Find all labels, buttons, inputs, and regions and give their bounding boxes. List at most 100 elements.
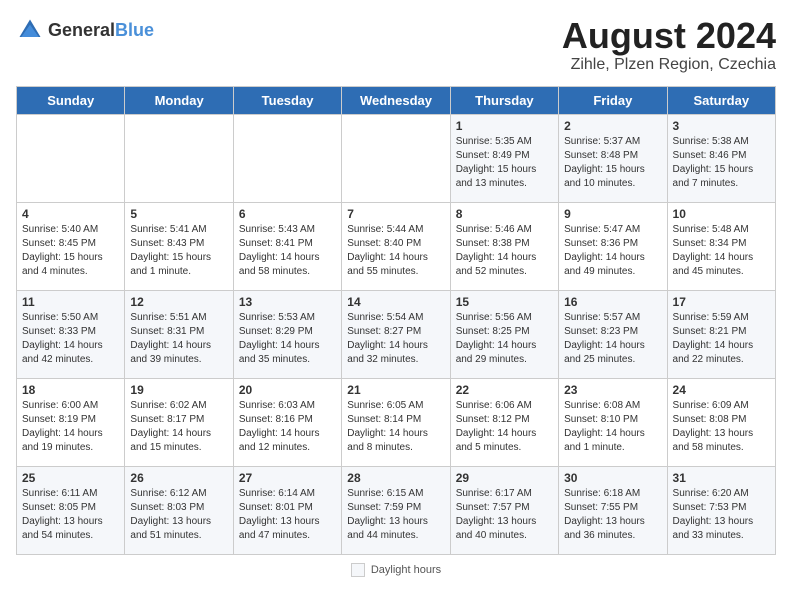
calendar-cell: 11 Sunrise: 5:50 AMSunset: 8:33 PMDayligh… xyxy=(17,290,125,378)
calendar-footer: Daylight hours xyxy=(16,563,776,577)
day-info: Sunrise: 5:47 AMSunset: 8:36 PMDaylight:… xyxy=(564,223,661,279)
day-number: 5 xyxy=(130,207,227,221)
day-info: Sunrise: 5:53 AMSunset: 8:29 PMDaylight:… xyxy=(239,311,336,367)
day-number: 4 xyxy=(22,207,119,221)
day-info: Sunrise: 6:12 AMSunset: 8:03 PMDaylight:… xyxy=(130,487,227,543)
day-number: 22 xyxy=(456,383,553,397)
day-number: 1 xyxy=(456,119,553,133)
day-number: 29 xyxy=(456,471,553,485)
day-number: 6 xyxy=(239,207,336,221)
day-number: 10 xyxy=(673,207,770,221)
calendar-day-header: Wednesday xyxy=(342,86,450,114)
calendar-cell: 1 Sunrise: 5:35 AMSunset: 8:49 PMDaylight… xyxy=(450,114,558,202)
day-number: 31 xyxy=(673,471,770,485)
calendar-cell: 22 Sunrise: 6:06 AMSunset: 8:12 PMDayligh… xyxy=(450,378,558,466)
calendar-cell: 24Sunrise: 6:09 AMSunset: 8:08 PMDayligh… xyxy=(667,378,775,466)
calendar-cell: 18 Sunrise: 6:00 AMSunset: 8:19 PMDayligh… xyxy=(17,378,125,466)
calendar-cell: 30Sunrise: 6:18 AMSunset: 7:55 PMDayligh… xyxy=(559,466,667,554)
day-info: Sunrise: 6:14 AMSunset: 8:01 PMDaylight:… xyxy=(239,487,336,543)
calendar-cell: 19Sunrise: 6:02 AMSunset: 8:17 PMDayligh… xyxy=(125,378,233,466)
day-info: Sunrise: 6:00 AMSunset: 8:19 PMDaylight:… xyxy=(22,399,119,455)
day-number: 25 xyxy=(22,471,119,485)
calendar-cell: 10 Sunrise: 5:48 AMSunset: 8:34 PMDayligh… xyxy=(667,202,775,290)
calendar-cell: 25 Sunrise: 6:11 AMSunset: 8:05 PMDayligh… xyxy=(17,466,125,554)
day-info: Sunrise: 5:44 AMSunset: 8:40 PMDaylight:… xyxy=(347,223,444,279)
calendar-cell xyxy=(125,114,233,202)
day-number: 21 xyxy=(347,383,444,397)
day-info: Sunrise: 5:43 AMSunset: 8:41 PMDaylight:… xyxy=(239,223,336,279)
day-info: Sunrise: 5:46 AMSunset: 8:38 PMDaylight:… xyxy=(456,223,553,279)
day-info: Sunrise: 6:06 AMSunset: 8:12 PMDaylight:… xyxy=(456,399,553,455)
calendar-cell: 12 Sunrise: 5:51 AMSunset: 8:31 PMDayligh… xyxy=(125,290,233,378)
day-info: Sunrise: 6:17 AMSunset: 7:57 PMDaylight:… xyxy=(456,487,553,543)
calendar-body: 1 Sunrise: 5:35 AMSunset: 8:49 PMDaylight… xyxy=(17,114,776,554)
day-info: Sunrise: 5:41 AMSunset: 8:43 PMDaylight:… xyxy=(130,223,227,279)
calendar-cell: 5 Sunrise: 5:41 AMSunset: 8:43 PMDaylight… xyxy=(125,202,233,290)
calendar-cell: 13 Sunrise: 5:53 AMSunset: 8:29 PMDayligh… xyxy=(233,290,341,378)
month-year-title: August 2024 xyxy=(562,16,776,56)
day-number: 9 xyxy=(564,207,661,221)
calendar-week-row: 4 Sunrise: 5:40 AMSunset: 8:45 PMDaylight… xyxy=(17,202,776,290)
title-block: August 2024 Zihle, Plzen Region, Czechia xyxy=(562,16,776,74)
day-number: 2 xyxy=(564,119,661,133)
calendar-cell: 15Sunrise: 5:56 AMSunset: 8:25 PMDayligh… xyxy=(450,290,558,378)
day-info: Sunrise: 5:48 AMSunset: 8:34 PMDaylight:… xyxy=(673,223,770,279)
day-number: 27 xyxy=(239,471,336,485)
day-info: Sunrise: 5:37 AMSunset: 8:48 PMDaylight:… xyxy=(564,135,661,191)
calendar-cell xyxy=(233,114,341,202)
calendar-cell: 26Sunrise: 6:12 AMSunset: 8:03 PMDayligh… xyxy=(125,466,233,554)
day-number: 3 xyxy=(673,119,770,133)
day-info: Sunrise: 6:08 AMSunset: 8:10 PMDaylight:… xyxy=(564,399,661,455)
calendar-cell: 6 Sunrise: 5:43 AMSunset: 8:41 PMDaylight… xyxy=(233,202,341,290)
day-info: Sunrise: 6:15 AMSunset: 7:59 PMDaylight:… xyxy=(347,487,444,543)
day-number: 13 xyxy=(239,295,336,309)
calendar-day-header: Thursday xyxy=(450,86,558,114)
day-number: 14 xyxy=(347,295,444,309)
calendar-week-row: 25 Sunrise: 6:11 AMSunset: 8:05 PMDayligh… xyxy=(17,466,776,554)
logo: GeneralBlue xyxy=(16,16,154,44)
calendar-cell: 23 Sunrise: 6:08 AMSunset: 8:10 PMDayligh… xyxy=(559,378,667,466)
calendar-cell: 27 Sunrise: 6:14 AMSunset: 8:01 PMDayligh… xyxy=(233,466,341,554)
day-info: Sunrise: 5:40 AMSunset: 8:45 PMDaylight:… xyxy=(22,223,119,279)
calendar-cell xyxy=(17,114,125,202)
calendar-day-header: Monday xyxy=(125,86,233,114)
calendar-cell: 3 Sunrise: 5:38 AMSunset: 8:46 PMDaylight… xyxy=(667,114,775,202)
logo-general: General xyxy=(48,20,115,40)
calendar-week-row: 18 Sunrise: 6:00 AMSunset: 8:19 PMDayligh… xyxy=(17,378,776,466)
day-info: Sunrise: 5:38 AMSunset: 8:46 PMDaylight:… xyxy=(673,135,770,191)
calendar-cell: 31Sunrise: 6:20 AMSunset: 7:53 PMDayligh… xyxy=(667,466,775,554)
day-info: Sunrise: 5:56 AMSunset: 8:25 PMDaylight:… xyxy=(456,311,553,367)
day-number: 30 xyxy=(564,471,661,485)
day-info: Sunrise: 6:09 AMSunset: 8:08 PMDaylight:… xyxy=(673,399,770,455)
daylight-legend-label: Daylight hours xyxy=(371,564,441,576)
calendar-cell: 29 Sunrise: 6:17 AMSunset: 7:57 PMDayligh… xyxy=(450,466,558,554)
day-number: 18 xyxy=(22,383,119,397)
calendar-table: SundayMondayTuesdayWednesdayThursdayFrid… xyxy=(16,86,776,555)
daylight-legend: Daylight hours xyxy=(351,563,441,577)
calendar-week-row: 1 Sunrise: 5:35 AMSunset: 8:49 PMDaylight… xyxy=(17,114,776,202)
calendar-cell: 16Sunrise: 5:57 AMSunset: 8:23 PMDayligh… xyxy=(559,290,667,378)
calendar-cell: 17Sunrise: 5:59 AMSunset: 8:21 PMDayligh… xyxy=(667,290,775,378)
day-number: 23 xyxy=(564,383,661,397)
logo-icon xyxy=(16,16,44,44)
day-info: Sunrise: 6:11 AMSunset: 8:05 PMDaylight:… xyxy=(22,487,119,543)
day-number: 17 xyxy=(673,295,770,309)
day-info: Sunrise: 5:51 AMSunset: 8:31 PMDaylight:… xyxy=(130,311,227,367)
day-number: 12 xyxy=(130,295,227,309)
day-info: Sunrise: 5:50 AMSunset: 8:33 PMDaylight:… xyxy=(22,311,119,367)
day-number: 19 xyxy=(130,383,227,397)
calendar-cell xyxy=(342,114,450,202)
calendar-cell: 7Sunrise: 5:44 AMSunset: 8:40 PMDaylight… xyxy=(342,202,450,290)
day-info: Sunrise: 5:54 AMSunset: 8:27 PMDaylight:… xyxy=(347,311,444,367)
day-info: Sunrise: 5:35 AMSunset: 8:49 PMDaylight:… xyxy=(456,135,553,191)
calendar-day-header: Friday xyxy=(559,86,667,114)
calendar-cell: 28Sunrise: 6:15 AMSunset: 7:59 PMDayligh… xyxy=(342,466,450,554)
calendar-cell: 8Sunrise: 5:46 AMSunset: 8:38 PMDaylight… xyxy=(450,202,558,290)
calendar-cell: 2 Sunrise: 5:37 AMSunset: 8:48 PMDaylight… xyxy=(559,114,667,202)
calendar-cell: 9 Sunrise: 5:47 AMSunset: 8:36 PMDaylight… xyxy=(559,202,667,290)
page-header: GeneralBlue August 2024 Zihle, Plzen Reg… xyxy=(16,16,776,74)
calendar-cell: 4 Sunrise: 5:40 AMSunset: 8:45 PMDaylight… xyxy=(17,202,125,290)
calendar-cell: 21Sunrise: 6:05 AMSunset: 8:14 PMDayligh… xyxy=(342,378,450,466)
day-number: 11 xyxy=(22,295,119,309)
calendar-day-header: Sunday xyxy=(17,86,125,114)
